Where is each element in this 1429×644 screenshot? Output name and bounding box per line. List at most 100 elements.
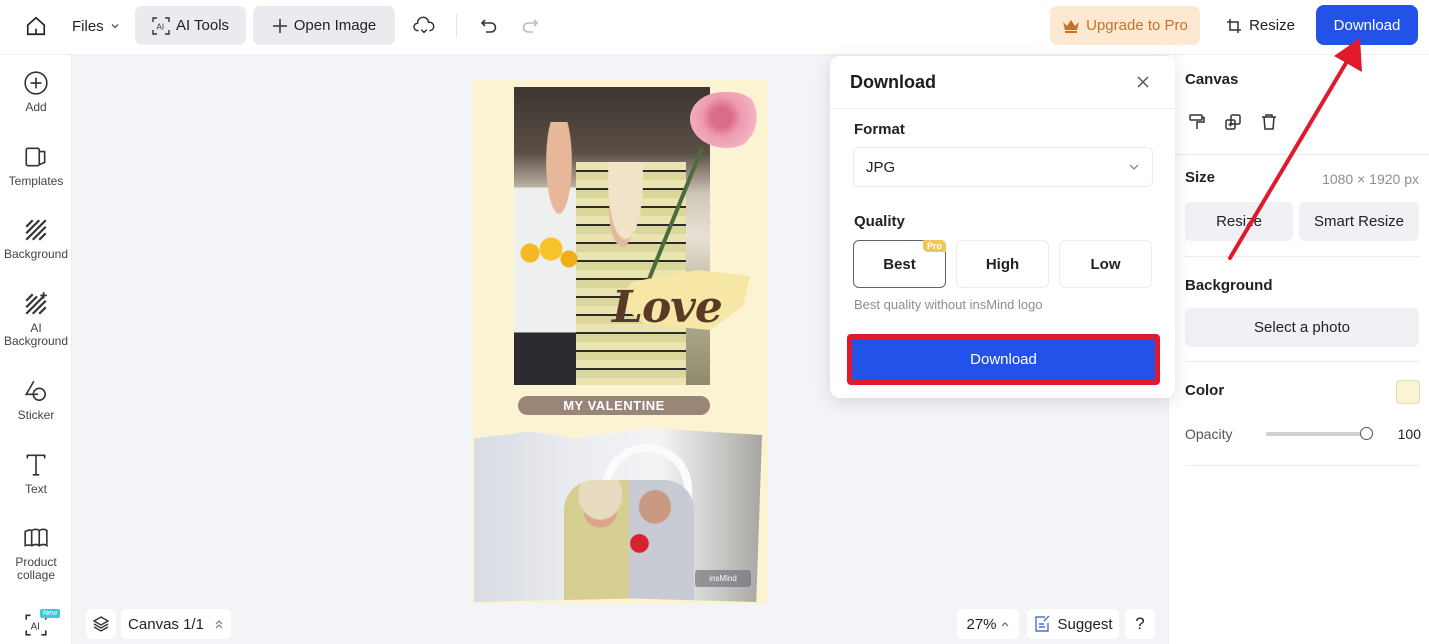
chevron-up-icon (1001, 622, 1008, 627)
open-image-button[interactable]: Open Image (253, 6, 395, 45)
sidebar-item-templates[interactable]: Templates (0, 144, 72, 188)
sidebar-item-label: Add (25, 100, 47, 114)
upgrade-button[interactable]: Upgrade to Pro (1050, 6, 1200, 45)
ai-hatch-icon (25, 292, 47, 315)
sidebar-item-ai-tool[interactable]: AI New (0, 609, 72, 638)
sidebar-item-label: Templates (8, 174, 64, 188)
pro-badge: Pro (922, 240, 946, 252)
color-heading: Color (1185, 382, 1225, 399)
cloud-icon (413, 16, 435, 34)
sidebar-item-label: Sticker (17, 408, 55, 422)
zoom-control[interactable]: 27% (957, 609, 1019, 639)
size-heading: Size (1185, 169, 1216, 186)
quality-option-label: Low (1090, 255, 1121, 273)
sidebar-item-ai-background[interactable]: AI Background (0, 291, 72, 348)
sidebar-item-background[interactable]: Background (0, 217, 72, 261)
dialog-title: Download (850, 71, 936, 92)
resize-button[interactable]: Resize (1218, 6, 1303, 45)
close-button[interactable] (1131, 70, 1155, 94)
templates-icon (25, 147, 46, 167)
sidebar-item-label: Text (24, 482, 47, 496)
cloud-save-button[interactable] (408, 10, 440, 42)
canvas-pages-button[interactable]: Canvas 1/1 (121, 609, 231, 639)
canvas-heading: Canvas (1185, 71, 1239, 88)
crown-icon (1063, 20, 1080, 33)
dialog-header: Download (830, 56, 1175, 109)
sidebar-item-add[interactable]: Add (0, 70, 72, 114)
paint-roller-button[interactable] (1186, 111, 1208, 133)
love-text[interactable]: Love (612, 282, 723, 333)
section-divider (1169, 154, 1429, 155)
zoom-level: 27% (966, 615, 997, 633)
sidebar-item-text[interactable]: Text (0, 452, 72, 496)
quality-option-high[interactable]: High (956, 240, 1049, 288)
svg-text:AI: AI (156, 22, 164, 31)
sticker-icon (24, 380, 47, 402)
valentine-banner[interactable]: MY VALENTINE (518, 396, 710, 415)
section-divider (1185, 465, 1420, 466)
svg-text:AI: AI (31, 621, 40, 632)
canvas-size-value: 1080 × 1920 px (1322, 171, 1419, 187)
quality-option-best[interactable]: Best Pro (853, 240, 946, 288)
select-photo-button[interactable]: Select a photo (1185, 308, 1419, 347)
close-icon (1137, 76, 1149, 88)
photo-flowers (518, 237, 578, 277)
layers-icon (92, 616, 110, 632)
sidebar-item-product-collage[interactable]: Product collage (0, 525, 72, 582)
home-icon (26, 16, 46, 36)
download-dialog: Download Format JPG Quality Best Pro Hig… (830, 56, 1175, 398)
smart-resize-button[interactable]: Smart Resize (1299, 202, 1419, 241)
duplicate-icon (1225, 114, 1241, 130)
crop-icon (1227, 18, 1242, 33)
upgrade-label: Upgrade to Pro (1086, 17, 1188, 34)
sidebar-item-label: AI Background (3, 321, 69, 348)
download-label: Download (1333, 16, 1401, 34)
redo-button[interactable] (515, 10, 545, 42)
opacity-label: Opacity (1185, 426, 1233, 442)
quality-option-low[interactable]: Low (1059, 240, 1152, 288)
color-swatch[interactable] (1396, 380, 1420, 404)
text-icon (26, 454, 46, 476)
quality-option-label: High (985, 255, 1020, 273)
couple-photo-top[interactable] (514, 87, 710, 385)
chevron-down-icon (1129, 164, 1139, 170)
help-button[interactable]: ? (1125, 609, 1155, 639)
rose-sticker[interactable] (690, 92, 760, 148)
new-badge: New (40, 609, 61, 618)
section-divider (1185, 361, 1420, 362)
ai-tools-label: AI Tools (175, 17, 230, 34)
undo-icon (480, 19, 497, 33)
delete-button[interactable] (1258, 111, 1280, 133)
format-select[interactable]: JPG (853, 147, 1153, 187)
layers-button[interactable] (86, 609, 116, 639)
plus-icon (272, 18, 287, 33)
opacity-slider-handle[interactable] (1360, 427, 1373, 440)
canvas-pages-label: Canvas 1/1 (128, 615, 204, 633)
app: Files AI AI Tools Open Image Upgrade to … (0, 0, 1429, 644)
feedback-icon (1035, 615, 1050, 632)
photo-couple (564, 480, 694, 602)
files-menu[interactable]: Files (66, 10, 126, 42)
suggest-button[interactable]: Suggest (1027, 609, 1119, 639)
quality-label: Quality (854, 213, 905, 230)
dialog-download-button[interactable]: Download (852, 339, 1155, 380)
redo-icon (522, 19, 539, 33)
undo-button[interactable] (474, 10, 504, 42)
trash-icon (1262, 114, 1276, 130)
download-button[interactable]: Download (1316, 5, 1418, 45)
format-label: Format (854, 121, 905, 138)
watermark: insMind (695, 570, 751, 587)
quality-note: Best quality without insMind logo (854, 297, 1043, 312)
chevron-down-icon (111, 24, 119, 29)
sidebar-item-sticker[interactable]: Sticker (0, 378, 72, 422)
home-button[interactable] (20, 10, 52, 42)
toolbar-divider (456, 14, 457, 38)
collage-icon (24, 528, 48, 548)
opacity-slider[interactable] (1266, 427, 1373, 440)
duplicate-button[interactable] (1222, 111, 1244, 133)
ai-tools-button[interactable]: AI AI Tools (135, 6, 246, 45)
left-sidebar: Add Templates Background AI Background S… (0, 55, 72, 644)
background-heading: Background (1185, 277, 1273, 294)
open-image-label: Open Image (293, 17, 377, 34)
panel-resize-button[interactable]: Resize (1185, 202, 1293, 241)
